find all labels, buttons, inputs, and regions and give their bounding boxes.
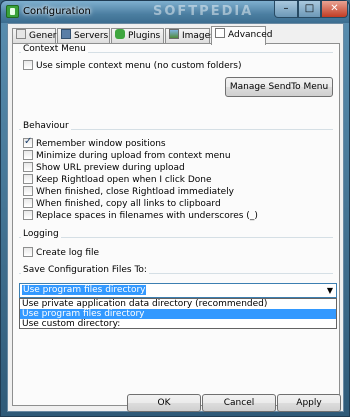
maximize-icon: □ [304, 3, 315, 14]
save-config-heading: Save Configuration Files To: [21, 265, 149, 275]
image-icon [169, 29, 179, 39]
close-icon: ✕ [330, 3, 339, 14]
tab-images-label: Images [182, 31, 215, 41]
behaviour-option[interactable]: Replace spaces in filenames with undersc… [23, 210, 258, 222]
apply-button[interactable]: Apply [277, 394, 341, 412]
behaviour-option[interactable]: Remember window positions [23, 136, 166, 150]
context-menu-heading: Context Menu [21, 44, 88, 54]
configuration-window: Configuration SOFTPEDIA – □ ✕ General Se… [0, 0, 350, 417]
puzzle-icon [115, 29, 125, 39]
minimize-icon: – [283, 3, 289, 14]
context-menu-group: Context Menu Use simple context menu (no… [19, 44, 333, 112]
cancel-button[interactable]: Cancel [202, 394, 276, 412]
chevron-down-icon[interactable]: ▼ [327, 284, 333, 297]
behaviour-option-label: When finished, copy all links to clipboa… [36, 199, 221, 209]
logging-heading: Logging [21, 229, 61, 239]
manage-sendto-button[interactable]: Manage SendTo Menu [225, 77, 333, 97]
behaviour-option-label: Show URL preview during upload [36, 163, 185, 173]
simple-context-menu-option[interactable]: Use simple context menu (no custom folde… [23, 60, 242, 72]
close-immediately-checkbox[interactable] [23, 186, 33, 196]
save-location-select[interactable]: Use program files directory ▼ [19, 283, 337, 298]
tab-servers[interactable]: Servers [57, 28, 110, 44]
behaviour-option[interactable]: When finished, close Rightload immediate… [23, 186, 234, 198]
title-bar[interactable]: Configuration SOFTPEDIA – □ ✕ [1, 1, 349, 23]
minimize-button[interactable]: – [274, 1, 298, 18]
watermark: SOFTPEDIA [153, 4, 254, 19]
behaviour-option[interactable]: Show URL preview during upload [23, 162, 185, 174]
create-log-label: Create log file [36, 248, 100, 258]
close-button[interactable]: ✕ [321, 1, 348, 18]
keep-open-checkbox[interactable] [23, 174, 33, 184]
dropdown-option-program-files[interactable]: Use program files directory [20, 309, 336, 319]
tab-plugins[interactable]: Plugins [111, 28, 164, 44]
behaviour-heading: Behaviour [21, 121, 71, 131]
document-icon [215, 28, 225, 38]
behaviour-group: Behaviour Remember window positions Mini… [19, 121, 333, 234]
simple-context-menu-checkbox[interactable] [23, 60, 33, 70]
behaviour-option-label: Minimize during upload from context menu [36, 151, 231, 161]
behaviour-option[interactable]: When finished, copy all links to clipboa… [23, 198, 221, 210]
copy-links-checkbox[interactable] [23, 198, 33, 208]
advanced-panel: Context Menu Use simple context menu (no… [12, 43, 340, 406]
behaviour-option-label: Remember window positions [36, 139, 166, 149]
minimize-during-upload-checkbox[interactable] [23, 150, 33, 160]
behaviour-option-label: Replace spaces in filenames with undersc… [36, 211, 258, 221]
tab-advanced[interactable]: Advanced [211, 26, 272, 45]
ok-button[interactable]: OK [127, 394, 201, 412]
rightload-app-icon [6, 5, 19, 18]
dropdown-option-custom-directory[interactable]: Use custom directory: [20, 319, 336, 329]
tab-servers-label: Servers [74, 31, 109, 41]
server-icon [61, 29, 71, 39]
save-location-dropdown: Use private application data directory (… [19, 298, 337, 329]
behaviour-option[interactable]: Keep Rightload open when I click Done [23, 174, 212, 186]
checklist-icon [16, 29, 26, 39]
logging-group: Logging Create log file [19, 229, 333, 267]
behaviour-option-label: Keep Rightload open when I click Done [36, 175, 212, 185]
save-location-selected: Use program files directory [22, 285, 147, 295]
remember-positions-checkbox[interactable] [23, 136, 33, 148]
behaviour-option[interactable]: Minimize during upload from context menu [23, 150, 231, 162]
behaviour-option-label: When finished, close Rightload immediate… [36, 187, 234, 197]
dialog-client-area: General Servers Plugins Images Advanced … [7, 23, 344, 412]
create-log-option[interactable]: Create log file [23, 247, 99, 259]
tab-advanced-label: Advanced [228, 30, 273, 40]
dropdown-option-private-appdata[interactable]: Use private application data directory (… [20, 299, 336, 309]
window-title: Configuration [23, 6, 91, 17]
tab-plugins-label: Plugins [128, 31, 161, 41]
create-log-checkbox[interactable] [23, 247, 33, 257]
simple-context-menu-label: Use simple context menu (no custom folde… [36, 61, 242, 71]
tab-images[interactable]: Images [165, 28, 215, 44]
replace-spaces-checkbox[interactable] [23, 210, 33, 220]
tab-general[interactable]: General [12, 28, 64, 44]
maximize-button[interactable]: □ [298, 1, 321, 18]
show-url-preview-checkbox[interactable] [23, 162, 33, 172]
